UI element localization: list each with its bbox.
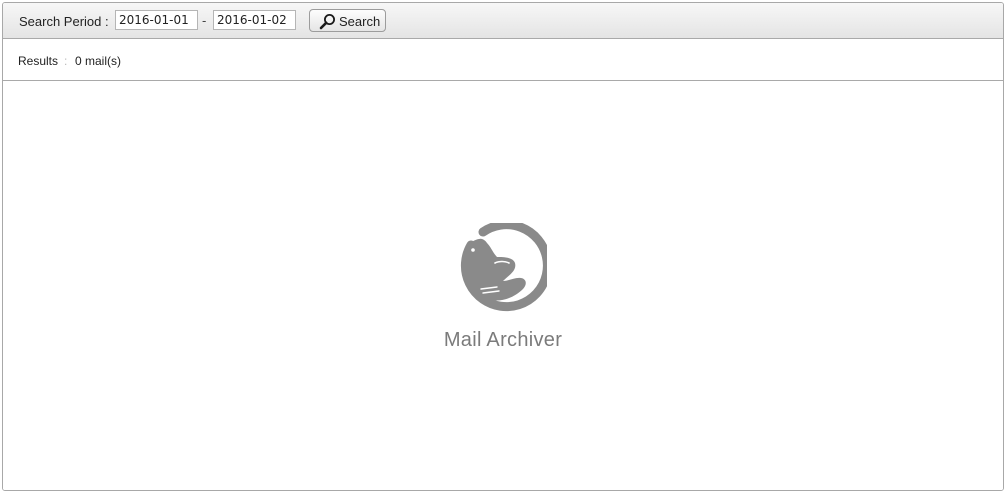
results-count: 0 mail(s) — [75, 54, 122, 68]
results-separator: : — [64, 54, 68, 68]
search-toolbar: Search Period : - Search — [3, 3, 1003, 39]
app-window: Search Period : - Search Results : 0 mai… — [2, 2, 1004, 491]
magnifier-icon — [319, 14, 335, 30]
results-content-area: Mail Archiver — [3, 81, 1003, 490]
results-label: Results — [18, 54, 59, 68]
search-button[interactable]: Search — [309, 9, 386, 32]
results-bar: Results : 0 mail(s) — [3, 39, 1003, 81]
app-name: Mail Archiver — [443, 329, 563, 351]
search-button-label: Search — [339, 14, 381, 29]
start-date-input[interactable] — [115, 10, 198, 30]
search-period-label: Search Period : — [19, 14, 109, 29]
seal-logo-icon — [460, 223, 547, 312]
end-date-input[interactable] — [213, 10, 296, 30]
date-range-separator: - — [202, 13, 207, 28]
